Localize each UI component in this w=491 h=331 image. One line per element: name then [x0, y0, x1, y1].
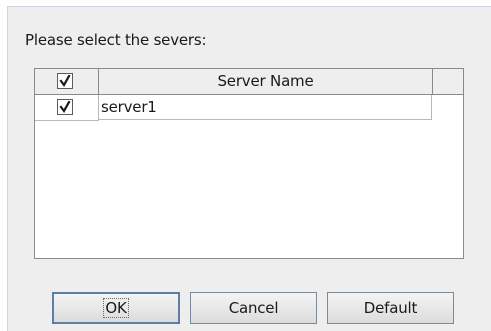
- table-header: Server Name: [35, 69, 463, 95]
- server-name-header[interactable]: Server Name: [99, 69, 433, 95]
- server-name-cell[interactable]: server1: [99, 95, 432, 120]
- table-row[interactable]: server1: [35, 95, 433, 121]
- server1-checkbox[interactable]: [57, 99, 73, 115]
- server-table: Server Name server1: [34, 68, 464, 259]
- select-servers-prompt: Please select the severs:: [25, 31, 207, 49]
- cancel-button[interactable]: Cancel: [190, 292, 317, 324]
- header-filler: [433, 69, 463, 95]
- select-all-checkbox[interactable]: [57, 73, 73, 89]
- default-button[interactable]: Default: [327, 292, 454, 324]
- checkmark-icon: [59, 75, 71, 87]
- row-check-cell[interactable]: [35, 95, 99, 121]
- checkmark-icon: [59, 101, 71, 113]
- ok-button[interactable]: OK: [52, 292, 180, 324]
- ok-button-label: OK: [103, 298, 129, 318]
- select-all-header-cell[interactable]: [35, 69, 99, 95]
